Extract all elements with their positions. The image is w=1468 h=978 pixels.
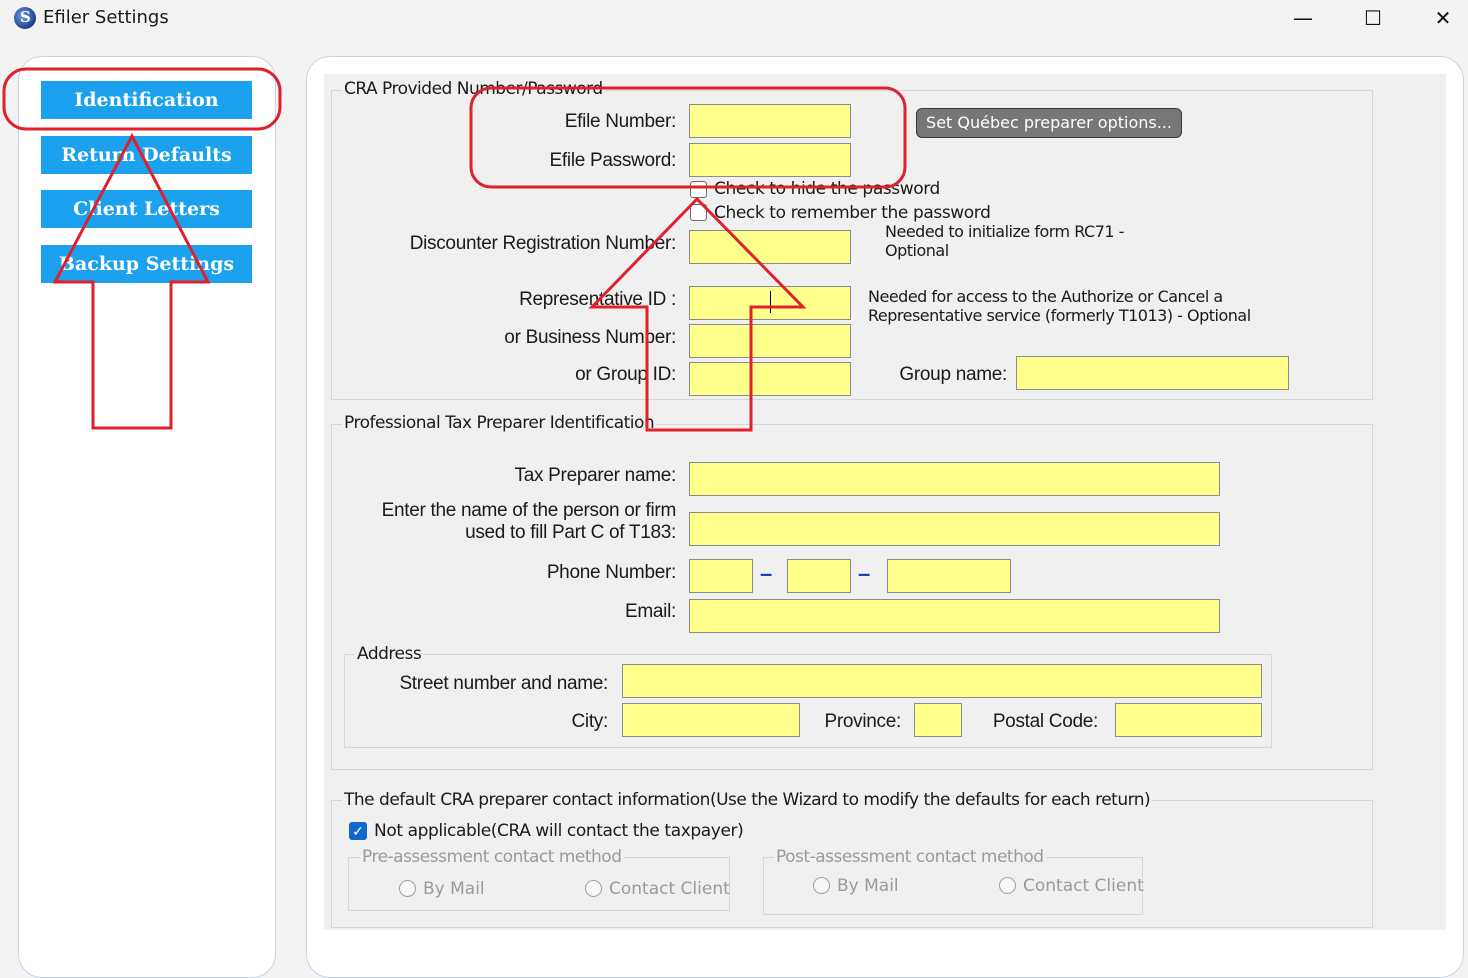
post-contact-client-label: Contact Client bbox=[1023, 876, 1144, 896]
efile-password-label: Efile Password: bbox=[549, 150, 677, 171]
title-bar bbox=[0, 0, 1468, 40]
address-group-label: Address bbox=[355, 644, 424, 664]
window-title: Efiler Settings bbox=[43, 7, 169, 28]
pre-by-mail-label: By Mail bbox=[423, 879, 485, 899]
discounter-label: Discounter Registration Number: bbox=[409, 233, 677, 254]
close-icon[interactable]: ✕ bbox=[1408, 0, 1468, 36]
province-input[interactable] bbox=[914, 703, 962, 737]
group-name-label: Group name: bbox=[899, 364, 1007, 385]
part-c-label-line2: used to fill Part C of T183: bbox=[465, 522, 676, 543]
group-name-input[interactable] bbox=[1016, 356, 1289, 390]
preparer-group-label: Professional Tax Preparer Identification bbox=[342, 413, 657, 433]
part-c-label-line1: Enter the name of the person or firm bbox=[381, 500, 677, 521]
representative-id-input[interactable] bbox=[689, 286, 851, 320]
remember-password-label: Check to remember the password bbox=[714, 203, 991, 223]
minimize-icon[interactable]: — bbox=[1268, 0, 1338, 36]
efile-number-input[interactable] bbox=[689, 104, 851, 138]
phone-separator: – bbox=[858, 561, 871, 586]
postal-code-label: Postal Code: bbox=[992, 711, 1098, 732]
nav-button-return-defaults[interactable]: Return Defaults bbox=[41, 136, 252, 174]
pre-by-mail-radio[interactable] bbox=[399, 880, 416, 897]
post-by-mail-label: By Mail bbox=[837, 876, 899, 896]
rep-id-label: Representative ID : bbox=[519, 289, 676, 310]
discounter-registration-input[interactable] bbox=[689, 230, 851, 264]
tax-preparer-name-label: Tax Preparer name: bbox=[514, 465, 677, 486]
hide-password-label: Check to hide the password bbox=[714, 179, 940, 199]
phone-number-label: Phone Number: bbox=[546, 562, 676, 583]
hide-password-checkbox[interactable] bbox=[690, 181, 707, 198]
app-logo-icon: S bbox=[14, 7, 36, 29]
cra-group-label: CRA Provided Number/Password bbox=[342, 79, 605, 99]
not-applicable-checkbox[interactable]: ✓ bbox=[349, 822, 367, 840]
part-c-name-input[interactable] bbox=[689, 512, 1220, 546]
maximize-icon[interactable]: ☐ bbox=[1338, 0, 1408, 36]
province-label: Province: bbox=[824, 711, 901, 732]
discounter-note-line1: Needed to initialize form RC71 - bbox=[885, 222, 1124, 241]
phone-separator: – bbox=[760, 561, 773, 586]
post-contact-client-radio[interactable] bbox=[999, 877, 1016, 894]
business-number-label: or Business Number: bbox=[504, 327, 676, 348]
rep-note-line1: Needed for access to the Authorize or Ca… bbox=[868, 287, 1223, 306]
nav-button-identification[interactable]: Identification bbox=[41, 81, 252, 119]
efile-password-input[interactable] bbox=[689, 143, 851, 177]
quebec-preparer-options-button[interactable]: Set Québec preparer options... bbox=[916, 108, 1182, 138]
nav-button-client-letters[interactable]: Client Letters bbox=[41, 190, 252, 228]
email-input[interactable] bbox=[689, 599, 1220, 633]
tax-preparer-name-input[interactable] bbox=[689, 462, 1220, 496]
pre-contact-client-label: Contact Client bbox=[609, 879, 730, 899]
rep-note-line2: Representative service (formerly T1013) … bbox=[868, 306, 1251, 325]
street-input[interactable] bbox=[622, 664, 1262, 698]
city-label: City: bbox=[571, 711, 608, 732]
group-id-input[interactable] bbox=[689, 362, 851, 396]
email-label: Email: bbox=[625, 601, 676, 622]
city-input[interactable] bbox=[622, 703, 800, 737]
efile-number-label: Efile Number: bbox=[564, 111, 677, 132]
phone-prefix-input[interactable] bbox=[787, 559, 851, 593]
phone-line-input[interactable] bbox=[887, 559, 1011, 593]
postal-code-input[interactable] bbox=[1115, 703, 1262, 737]
contact-group-label: The default CRA preparer contact informa… bbox=[342, 790, 1153, 810]
post-by-mail-radio[interactable] bbox=[813, 877, 830, 894]
not-applicable-label: Not applicable(CRA will contact the taxp… bbox=[374, 821, 744, 841]
phone-area-code-input[interactable] bbox=[689, 559, 753, 593]
discounter-note-line2: Optional bbox=[885, 241, 949, 260]
pre-assessment-label: Pre-assessment contact method bbox=[360, 847, 624, 867]
street-label: Street number and name: bbox=[399, 673, 608, 694]
nav-button-backup-settings[interactable]: Backup Settings bbox=[41, 245, 252, 283]
text-cursor bbox=[770, 291, 771, 313]
group-id-label: or Group ID: bbox=[575, 364, 676, 385]
business-number-input[interactable] bbox=[689, 324, 851, 358]
remember-password-checkbox[interactable] bbox=[690, 204, 707, 221]
post-assessment-label: Post-assessment contact method bbox=[774, 847, 1046, 867]
pre-contact-client-radio[interactable] bbox=[585, 880, 602, 897]
